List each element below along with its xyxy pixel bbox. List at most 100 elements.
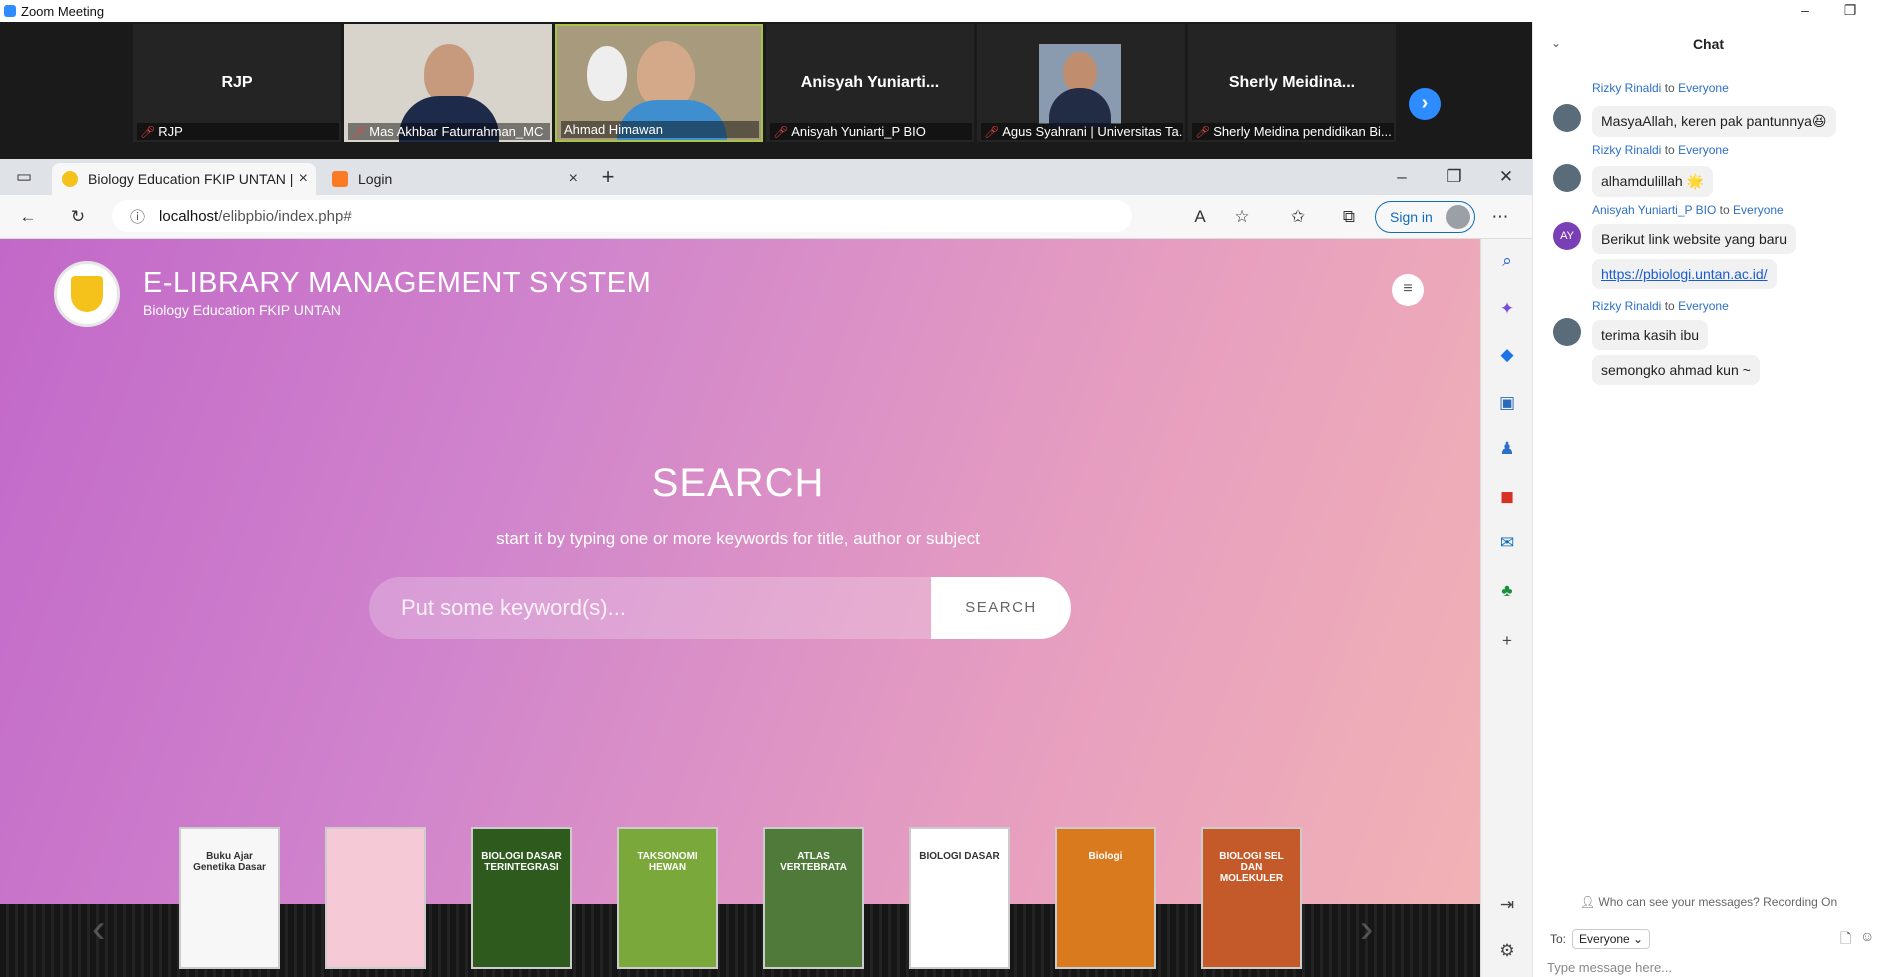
chat-message-bubble: alhamdulillah 🌟 (1592, 166, 1714, 197)
zoom-title-bar: Zoom Meeting – ❐ (0, 0, 1883, 22)
book-cover[interactable]: ATLAS VERTEBRATA (763, 827, 864, 969)
drop-tree-icon[interactable]: ♣ (1495, 579, 1519, 603)
tab-bar: ▭ Biology Education FKIP UNTAN | × Login… (0, 159, 1532, 195)
chat-message-input[interactable] (1547, 960, 1797, 975)
sign-in-button[interactable]: Sign in (1375, 201, 1475, 233)
tab-title: Biology Education FKIP UNTAN | (88, 171, 294, 187)
next-page-button[interactable]: › (1409, 88, 1441, 120)
recipient-select[interactable]: Everyone ⌄ (1572, 929, 1651, 949)
chat-message-bubble: terima kasih ibu (1592, 320, 1709, 350)
search-hint: start it by typing one or more keywords … (496, 529, 980, 548)
xampp-favicon-icon (332, 171, 348, 187)
tab-title: Login (358, 171, 393, 187)
hamburger-menu-icon[interactable]: ≡ (1392, 274, 1424, 306)
chat-visibility-notice[interactable]: 👤︎ Who can see your messages? Recording … (1533, 895, 1883, 909)
emoji-icon[interactable]: ☺ (1860, 928, 1874, 944)
refresh-icon[interactable]: ↻ (66, 205, 90, 229)
carousel-next-icon[interactable]: › (1360, 907, 1373, 952)
participant-tile[interactable]: 🎤︎ Agus Syahrani | Universitas Ta... (977, 24, 1185, 142)
browser-minimize-button[interactable]: – (1390, 165, 1414, 189)
avatar (1553, 318, 1581, 346)
book-cover[interactable]: BIOLOGI DASAR TERINTEGRASI (471, 827, 572, 969)
participant-label: 🎤︎ Agus Syahrani | Universitas Ta... (981, 123, 1183, 140)
collections-icon[interactable]: ⧉ (1337, 205, 1361, 229)
chat-link[interactable]: https://pbiologi.untan.ac.id/ (1601, 266, 1768, 282)
book-cover[interactable]: Biologi (1055, 827, 1156, 969)
close-tab-icon[interactable]: × (569, 170, 578, 188)
back-icon[interactable]: ← (16, 205, 40, 229)
participant-tile[interactable]: Ahmad Himawan (555, 24, 763, 142)
participant-label: 🎤︎ Sherly Meidina pendidikan Bi... (1192, 123, 1394, 140)
chat-message-header: Rizky Rinaldi to Everyone (1592, 81, 1729, 95)
chat-message-header: Anisyah Yuniarti_P BIO to Everyone (1592, 203, 1784, 217)
browser-restore-button[interactable]: ❐ (1442, 165, 1466, 189)
zoom-logo-icon (4, 5, 16, 17)
add-favorite-icon[interactable]: ☆ (1230, 205, 1254, 229)
chat-message-bubble: MasyaAllah, keren pak pantunnya😆 (1592, 106, 1836, 137)
chat-message-bubble: Berikut link website yang baru (1592, 224, 1796, 254)
games-icon[interactable]: ♟ (1495, 437, 1519, 461)
file-icon[interactable]: 🗋 (1840, 928, 1851, 952)
search-input[interactable] (369, 577, 931, 639)
participant-label: 🎤︎ Anisyah Yuniarti_P BIO (770, 123, 972, 140)
more-icon[interactable]: ⋯ (1488, 205, 1512, 229)
avatar: AY (1553, 222, 1581, 250)
book-title: TAKSONOMI HEWAN (637, 851, 698, 873)
tab-actions-icon[interactable]: ▭ (12, 165, 36, 189)
window-title: Zoom Meeting (21, 3, 105, 19)
tools-icon[interactable]: ▣ (1495, 391, 1519, 415)
site-favicon-icon (62, 171, 78, 187)
tab-login[interactable]: Login × (322, 163, 586, 195)
read-aloud-icon[interactable]: A (1188, 205, 1212, 229)
carousel-prev-icon[interactable]: ‹ (92, 907, 105, 952)
browser-window: ▭ Biology Education FKIP UNTAN | × Login… (0, 159, 1532, 977)
browser-close-button[interactable]: ✕ (1494, 165, 1518, 189)
book-title: ATLAS VERTEBRATA (780, 851, 847, 873)
new-tab-button[interactable]: + (596, 165, 620, 189)
minimize-button[interactable]: – (1785, 0, 1825, 22)
participant-name: Sherly Meidina... (1228, 74, 1356, 91)
avatar (1553, 164, 1581, 192)
chat-message-bubble: semongko ahmad kun ~ (1592, 355, 1760, 385)
participant-tile[interactable]: RJP 🎤︎ RJP (133, 24, 341, 142)
chat-message-header: Rizky Rinaldi to Everyone (1592, 299, 1729, 313)
book-cover[interactable] (325, 827, 426, 969)
restore-button[interactable]: ❐ (1830, 0, 1870, 22)
search-icon[interactable]: ⌕ (1495, 249, 1519, 273)
book-cover[interactable]: TAKSONOMI HEWAN (617, 827, 718, 969)
muted-mic-icon: 🎤︎ (140, 125, 156, 139)
search-button[interactable]: SEARCH (931, 577, 1071, 639)
book-cover[interactable]: BIOLOGI SEL DAN MOLEKULER (1201, 827, 1302, 969)
edge-sidebar: ⌕ ✦ ◆ ▣ ♟ ◼ ✉ ♣ + ⇥ ⚙ (1480, 239, 1532, 977)
url-field[interactable]: ⓘ localhost/elibpbio/index.php# (112, 200, 1132, 232)
book-title: Biologi (1088, 851, 1123, 862)
close-tab-icon[interactable]: × (299, 170, 308, 188)
muted-mic-icon: 🎤︎ (1195, 125, 1211, 139)
book-cover[interactable]: BIOLOGI DASAR (909, 827, 1010, 969)
book-cover[interactable]: Buku Ajar Genetika Dasar (179, 827, 280, 969)
participant-name: RJP (221, 74, 253, 91)
chat-message-header: Rizky Rinaldi to Everyone (1592, 143, 1729, 157)
chat-title: Chat (1692, 36, 1725, 52)
shopping-tag-icon[interactable]: ◆ (1495, 343, 1519, 367)
copilot-icon[interactable]: ✦ (1495, 297, 1519, 321)
address-bar-row: ← ↻ ⓘ localhost/elibpbio/index.php# A ☆ … (0, 195, 1532, 239)
muted-mic-icon: 🎤︎ (984, 125, 1000, 139)
participant-name: Anisyah Yuniarti... (800, 74, 940, 91)
tab-biology[interactable]: Biology Education FKIP UNTAN | × (52, 163, 316, 195)
site-title: E-LIBRARY MANAGEMENT SYSTEM (143, 267, 652, 299)
info-icon[interactable]: ⓘ (130, 206, 145, 227)
sidebar-toggle-icon[interactable]: ⇥ (1495, 893, 1519, 917)
participant-tile[interactable]: Anisyah Yuniarti... 🎤︎ Anisyah Yuniarti_P… (766, 24, 974, 142)
book-title: BIOLOGI DASAR TERINTEGRASI (481, 851, 562, 873)
muted-mic-icon: 🎤︎ (351, 125, 367, 139)
office-icon[interactable]: ◼ (1495, 485, 1519, 509)
participant-tile[interactable]: Sherly Meidina... 🎤︎ Sherly Meidina pendi… (1188, 24, 1396, 142)
participant-tile[interactable]: 🎤︎ Mas Akhbar Faturrahman_MC (344, 24, 552, 142)
settings-gear-icon[interactable]: ⚙ (1495, 939, 1519, 963)
chat-recipient: To: Everyone ⌄ (1550, 929, 1651, 949)
outlook-icon[interactable]: ✉ (1495, 531, 1519, 555)
university-logo (54, 261, 120, 327)
add-icon[interactable]: + (1495, 629, 1519, 653)
favorites-icon[interactable]: ✩ (1286, 205, 1310, 229)
